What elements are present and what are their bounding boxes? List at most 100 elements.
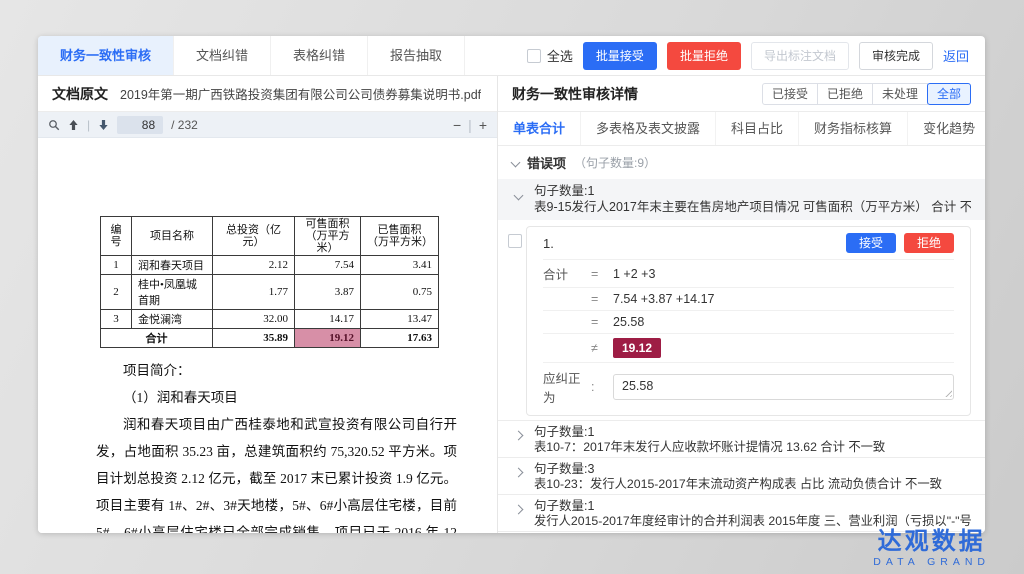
tab-single-table-total[interactable]: 单表合计 [498, 112, 581, 145]
error-item-checkbox[interactable] [508, 234, 522, 248]
app-window: 财务一致性审核 文档纠错 表格纠错 报告抽取 全选 批量接受 批量拒绝 导出标注… [38, 36, 985, 533]
calc-operator: = [591, 315, 613, 329]
batch-accept-button[interactable]: 批量接受 [583, 42, 657, 70]
cell: 32.00 [213, 310, 295, 329]
paragraph-intro: 项目简介： [96, 357, 457, 384]
table-row: 1 润和春天项目 2.12 7.54 3.41 [101, 256, 439, 275]
document-pane: 文档原文 2019年第一期广西铁路投资集团有限公司公司债券募集说明书.pdf |… [38, 76, 498, 533]
item-description: 表10-23：发行人2015-2017年末流动资产构成表 占比 流动负债合计 不… [534, 477, 971, 492]
batch-reject-button[interactable]: 批量拒绝 [667, 42, 741, 70]
col-header: 可售面积 （万平方米） [295, 217, 361, 256]
cell: 3 [101, 310, 132, 329]
list-item[interactable]: 句子数量:1 表10-7：2017年末发行人应收款坏账计提情况 13.62 合计… [498, 420, 985, 457]
filter-accepted-button[interactable]: 已接受 [762, 83, 818, 105]
calc-value: 7.54 +3.87 +14.17 [613, 292, 714, 306]
calc-label: 合计 [543, 264, 591, 283]
card-actions: 接受 拒绝 [846, 233, 954, 253]
group-sentence-count: 句子数量:1 [534, 183, 971, 199]
item-sentence-count: 句子数量:3 [534, 460, 971, 477]
accept-button[interactable]: 接受 [846, 233, 896, 253]
detail-tab-bar: 单表合计 多表格及表文披露 科目占比 财务指标核算 变化趋势 董监高人员 变动披… [498, 112, 985, 146]
calc-row-error: ≠ 19.12 [543, 333, 954, 362]
tab-table-correction[interactable]: 表格纠错 [271, 36, 368, 75]
table-total-row: 合计 35.89 19.12 17.63 [101, 329, 439, 348]
chevron-right-icon[interactable] [514, 505, 524, 515]
cell: 3.87 [295, 275, 361, 310]
document-pane-header: 文档原文 2019年第一期广西铁路投资集团有限公司公司债券募集说明书.pdf [38, 76, 497, 112]
pdf-toolbar: | / 232 − | + [38, 112, 497, 138]
cell: 2 [101, 275, 132, 310]
chevron-right-icon[interactable] [514, 431, 524, 441]
paragraph-body-1: 润和春天项目由广西桂泰地和武宣投资有限公司自行开发，占地面积 35.23 亩，总… [96, 411, 457, 533]
review-complete-button[interactable]: 审核完成 [859, 42, 933, 70]
list-item[interactable]: 句子数量:3 表10-23：发行人2015-2017年末流动资产构成表 占比 流… [498, 457, 985, 494]
col-header: 项目名称 [132, 217, 213, 256]
item-description: 发行人2015-2017年度经审计的合并利润表 2015年度 三、营业利润（亏损… [534, 514, 971, 529]
calc-row: = 7.54 +3.87 +14.17 [543, 287, 954, 310]
error-value-badge: 19.12 [613, 338, 661, 358]
error-group-list: 句子数量:1 表10-7：2017年末发行人应收款坏账计提情况 13.62 合计… [498, 420, 985, 533]
tab-report-extraction[interactable]: 报告抽取 [368, 36, 465, 75]
error-section-count: （句子数量:9） [574, 154, 656, 171]
tab-doc-correction[interactable]: 文档纠错 [174, 36, 271, 75]
col-header: 已售面积 （万平方米） [361, 217, 439, 256]
correction-colon: : [591, 380, 613, 394]
cell: 0.75 [361, 275, 439, 310]
error-section-title: 错误项 [527, 153, 566, 172]
select-all-checkbox[interactable] [527, 49, 541, 63]
filter-all-button[interactable]: 全部 [927, 83, 971, 105]
select-all-label: 全选 [547, 46, 573, 65]
pdf-body-text: 项目简介： （1）润和春天项目 润和春天项目由广西桂泰地和武宣投资有限公司自行开… [96, 357, 457, 533]
calc-row: = 25.58 [543, 310, 954, 333]
tab-change-trend[interactable]: 变化趋势 [908, 112, 985, 145]
zoom-in-button[interactable]: + [479, 117, 487, 133]
correction-input[interactable]: 25.58 [613, 374, 954, 400]
page-total-label: / 232 [171, 118, 198, 132]
chevron-down-icon[interactable] [511, 158, 521, 168]
list-item[interactable]: 句子数量:1 发行人2015-2017年度经审计的合并利润表 2015年度 三、… [498, 494, 985, 531]
filter-unprocessed-button[interactable]: 未处理 [872, 83, 928, 105]
tab-financial-consistency[interactable]: 财务一致性审核 [38, 36, 174, 75]
total-label-cell: 合计 [101, 329, 213, 348]
cell: 1 [101, 256, 132, 275]
filter-rejected-button[interactable]: 已拒绝 [817, 83, 873, 105]
detail-body: 错误项 （句子数量:9） 句子数量:1 表9-15发行人2017年末主要在售房地… [498, 146, 985, 533]
tab-subject-ratio[interactable]: 科目占比 [716, 112, 799, 145]
chevron-down-icon[interactable] [514, 191, 524, 201]
card-index: 1. [543, 236, 554, 251]
tab-multi-table-disclosure[interactable]: 多表格及表文披露 [581, 112, 716, 145]
search-icon[interactable] [48, 119, 60, 131]
calc-operator: = [591, 292, 613, 306]
detail-pane-title: 财务一致性审核详情 [512, 84, 638, 104]
correction-row: 应纠正为 : 25.58 [543, 362, 954, 415]
calc-value: 25.58 [613, 315, 644, 329]
pdf-projects-table: 编号 项目名称 总投资（亿元） 可售面积 （万平方米） 已售面积 （万平方米） … [100, 216, 439, 348]
calc-operator-not-equal: ≠ [591, 341, 613, 355]
col-header: 编号 [101, 217, 132, 256]
logo-chinese-text: 达观数据 [873, 529, 990, 555]
error-card-row: 1. 接受 拒绝 合计 = 1 +2 +3 [498, 220, 985, 416]
pdf-page[interactable]: 编号 项目名称 总投资（亿元） 可售面积 （万平方米） 已售面积 （万平方米） … [38, 138, 497, 533]
col-header: 总投资（亿元） [213, 217, 295, 256]
error-group-header[interactable]: 句子数量:1 表9-15发行人2017年末主要在售房地产项目情况 可售面积（万平… [498, 179, 985, 220]
zoom-out-button[interactable]: − [453, 117, 461, 133]
cell: 13.47 [361, 310, 439, 329]
chevron-right-icon[interactable] [514, 468, 524, 478]
correction-input-wrap: 25.58 [613, 374, 954, 400]
page-up-icon[interactable] [68, 119, 79, 131]
export-annotated-doc-button[interactable]: 导出标注文档 [751, 42, 849, 70]
back-link[interactable]: 返回 [943, 46, 969, 65]
document-pane-title: 文档原文 [52, 84, 108, 104]
total-cell: 35.89 [213, 329, 295, 348]
status-filter-group: 已接受 已拒绝 未处理 全部 [762, 83, 971, 105]
tab-financial-indicator[interactable]: 财务指标核算 [799, 112, 908, 145]
reject-button[interactable]: 拒绝 [904, 233, 954, 253]
cell: 1.77 [213, 275, 295, 310]
table-row: 2 桂中•凤凰城首期 1.77 3.87 0.75 [101, 275, 439, 310]
cell: 桂中•凤凰城首期 [132, 275, 213, 310]
page-number-input[interactable] [117, 116, 163, 134]
total-cell-highlighted[interactable]: 19.12 [295, 329, 361, 348]
calc-operator: = [591, 267, 613, 281]
error-section-header[interactable]: 错误项 （句子数量:9） [498, 146, 985, 179]
page-down-icon[interactable] [98, 119, 109, 131]
